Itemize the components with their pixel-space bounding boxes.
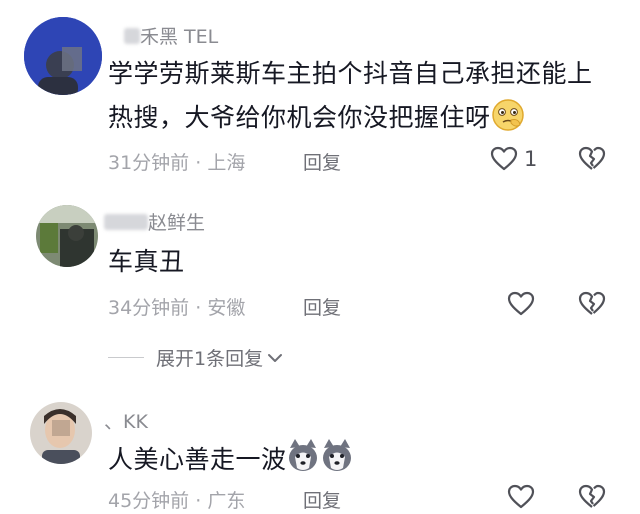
username[interactable]: 禾黑 TEL (124, 22, 218, 49)
like-count: 1 (524, 147, 538, 171)
like-button[interactable]: 1 (490, 146, 537, 172)
expand-replies-button[interactable]: 展开1条回复 (108, 344, 283, 371)
comment-text: 人美心善走一波 (108, 438, 353, 488)
thinking-face-icon (491, 98, 525, 146)
heart-icon (490, 146, 518, 171)
comment-meta: 34分钟前 · 安徽 (108, 297, 246, 319)
comment-meta: 45分钟前 · 广东 (108, 490, 246, 512)
dislike-button[interactable] (578, 291, 606, 321)
timestamp: 31分钟前 (108, 152, 190, 174)
broken-heart-icon (578, 484, 606, 508)
dislike-button[interactable] (578, 146, 606, 176)
heart-icon (507, 291, 535, 316)
dislike-button[interactable] (578, 484, 606, 514)
avatar[interactable] (30, 402, 92, 464)
username-text: 赵鲜生 (148, 212, 206, 234)
timestamp: 34分钟前 (108, 297, 190, 319)
username[interactable]: 、KK (104, 407, 148, 434)
reply-button[interactable]: 回复 (303, 293, 341, 320)
reply-button[interactable]: 回复 (303, 486, 341, 513)
like-button[interactable] (507, 291, 535, 317)
avatar[interactable] (24, 17, 102, 95)
expand-replies-label: 展开1条回复 (156, 348, 264, 370)
husky-dog-icon (287, 438, 353, 488)
username-text: 禾黑 TEL (140, 26, 219, 48)
like-button[interactable] (507, 484, 535, 510)
reply-button[interactable]: 回复 (303, 148, 341, 175)
username[interactable]: 赵鲜生 (104, 208, 205, 235)
divider (108, 357, 144, 358)
location: 上海 (207, 152, 246, 174)
username-text: 、KK (104, 411, 148, 433)
comment-body: 人美心善走一波 (108, 445, 287, 474)
broken-heart-icon (578, 146, 606, 170)
location: 广东 (207, 490, 246, 512)
timestamp: 45分钟前 (108, 490, 190, 512)
location: 安徽 (207, 297, 246, 319)
avatar[interactable] (36, 205, 98, 267)
broken-heart-icon (578, 291, 606, 315)
comment-meta: 31分钟前 · 上海 (108, 152, 246, 174)
heart-icon (507, 484, 535, 509)
chevron-down-icon (268, 353, 283, 362)
comment-text: 车真丑 (108, 247, 185, 276)
comment-text: 学学劳斯莱斯车主拍个抖音自己承担还能上热搜，大爷给你机会你没把握住呀 (108, 52, 608, 146)
